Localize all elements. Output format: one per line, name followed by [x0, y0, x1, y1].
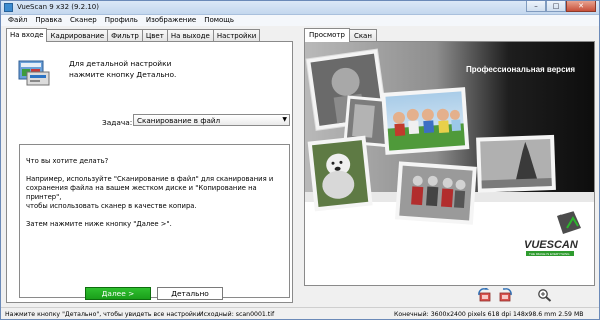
menu-scanner[interactable]: Сканер — [66, 15, 101, 26]
task-select-value: Сканирование в файл — [137, 116, 221, 125]
preview-tabs: Просмотр Скан — [304, 28, 377, 42]
tab-input[interactable]: На входе — [6, 28, 48, 42]
rotate-left-icon[interactable] — [476, 288, 492, 302]
window-title: VueScan 9 x32 (9.2.10) — [17, 3, 99, 11]
scanner-settings-icon — [18, 60, 50, 86]
help-example-line-2: сохранения файла на вашем жестком диске … — [26, 184, 257, 201]
menu-profile[interactable]: Профиль — [101, 15, 142, 26]
preview-area[interactable]: Профессиональная версия VUESCAN THE IMAG… — [304, 41, 595, 286]
help-text-box: Что вы хотите делать? Например, использу… — [19, 144, 290, 298]
status-final: Конечный: 3600x2400 pixels 618 dpi 148x9… — [394, 311, 584, 318]
info-line-2: нажмите кнопку Детально. — [69, 70, 177, 79]
settings-panel: На входе Кадрирование Фильтр Цвет На вых… — [6, 28, 293, 303]
window-controls: – □ ✕ — [526, 1, 596, 13]
menu-file[interactable]: Файл — [4, 15, 31, 26]
pro-version-banner: Профессиональная версия — [466, 65, 575, 74]
menu-help[interactable]: Помощь — [200, 15, 238, 26]
chevron-down-icon: ▼ — [282, 116, 287, 123]
help-example-line-1: Например, используйте "Сканирование в фа… — [26, 175, 274, 183]
preview-panel: Просмотр Скан Профессиональная версия VU… — [304, 28, 595, 286]
close-button[interactable]: ✕ — [566, 1, 596, 12]
detail-button[interactable]: Детально — [157, 287, 223, 300]
status-source: Исходный: scan0001.tif — [199, 311, 275, 318]
next-button[interactable]: Далее > — [85, 287, 151, 300]
logo-tagline: THE IMAGE IS EVERYTHING — [529, 252, 570, 256]
preview-image: Профессиональная версия VUESCAN THE IMAG… — [305, 42, 594, 285]
zoom-icon[interactable] — [537, 288, 553, 302]
title-bar: VueScan 9 x32 (9.2.10) – □ ✕ — [1, 1, 599, 15]
status-bar: Нажмите кнопку "Детально", чтобы увидеть… — [1, 307, 599, 319]
help-next-hint: Затем нажмите ниже кнопку "Далее >". — [26, 220, 172, 228]
task-select[interactable]: Сканирование в файл ▼ — [133, 114, 290, 126]
help-question: Что вы хотите делать? — [26, 157, 109, 165]
info-line-1: Для детальной настройки — [69, 59, 172, 68]
minimize-button[interactable]: – — [526, 1, 546, 12]
status-hint: Нажмите кнопку "Детально", чтобы увидеть… — [5, 311, 201, 318]
tab-preview[interactable]: Просмотр — [304, 28, 350, 42]
app-window: VueScan 9 x32 (9.2.10) – □ ✕ Файл Правка… — [0, 0, 600, 320]
logo-text: VUESCAN — [524, 239, 579, 251]
maximize-button[interactable]: □ — [546, 1, 566, 12]
menu-edit[interactable]: Правка — [31, 15, 66, 26]
info-text: Для детальной настройки нажмите кнопку Д… — [69, 58, 176, 80]
help-example-line-3: чтобы использовать сканер в качестве коп… — [26, 202, 197, 210]
help-example: Например, используйте "Сканирование в фа… — [26, 175, 283, 211]
task-label: Задача: — [102, 118, 133, 127]
input-tab-content: Для детальной настройки нажмите кнопку Д… — [6, 41, 293, 303]
app-icon — [4, 3, 13, 12]
rotate-right-icon[interactable] — [498, 288, 514, 302]
settings-tabs: На входе Кадрирование Фильтр Цвет На вых… — [6, 28, 261, 42]
menu-image[interactable]: Изображение — [142, 15, 200, 26]
menu-bar: Файл Правка Сканер Профиль Изображение П… — [1, 15, 599, 26]
